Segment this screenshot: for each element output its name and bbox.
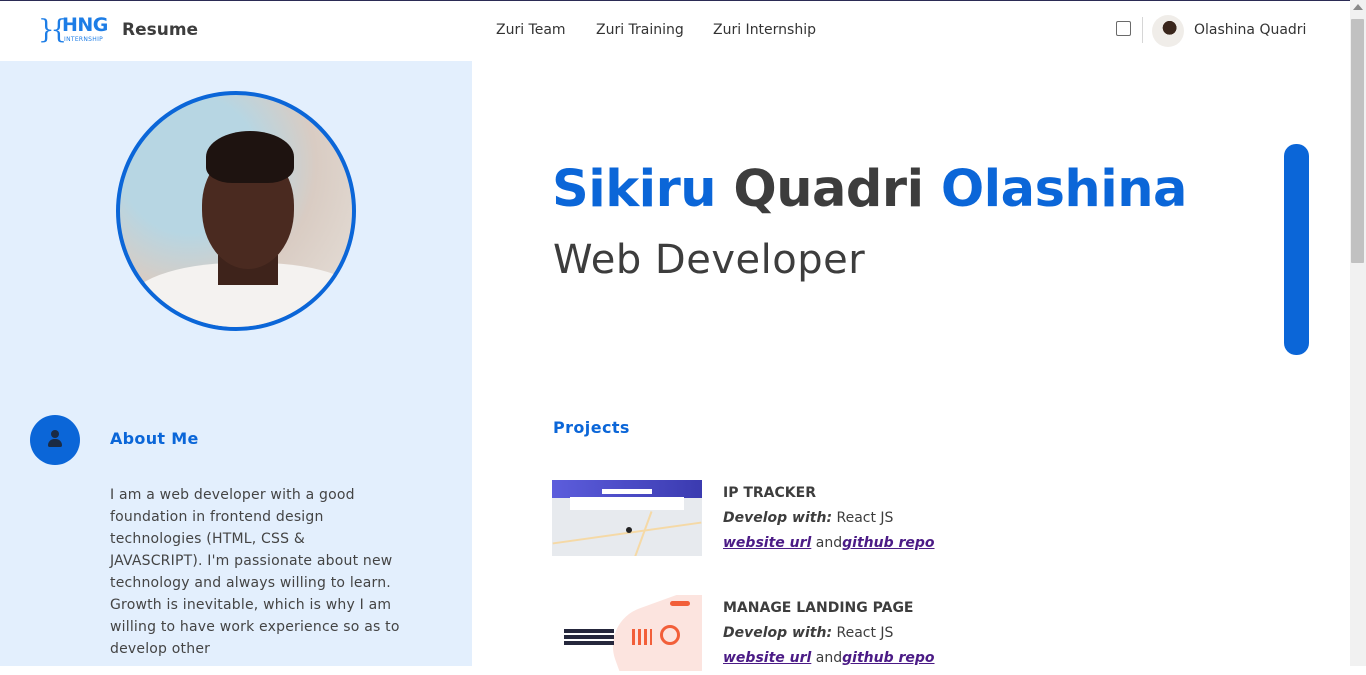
develop-with-label: Develop with: — [723, 510, 833, 526]
develop-with-label: Develop with: — [723, 625, 833, 641]
github-repo-link[interactable]: github repo — [842, 650, 934, 666]
thumb-info-card — [570, 497, 684, 510]
user-icon-body — [48, 439, 62, 447]
hng-logo-icon: }{ — [38, 15, 67, 45]
thumb-cta — [670, 601, 690, 606]
middle-name: Quadri — [733, 160, 924, 219]
project-links: website url andgithub repo — [723, 650, 935, 666]
thumb-headline — [564, 629, 614, 633]
first-name: Sikiru — [552, 160, 717, 219]
project-title: MANAGE LANDING PAGE — [723, 600, 914, 616]
photo-hair — [206, 131, 294, 183]
and-text: and — [815, 650, 843, 666]
full-name-heading: Sikiru Quadri Olashina — [552, 160, 1187, 219]
profile-photo — [116, 91, 356, 331]
about-me-heading: About Me — [110, 429, 199, 448]
project-thumbnail[interactable] — [552, 595, 702, 671]
theme-toggle-checkbox[interactable] — [1116, 21, 1131, 36]
website-url-link[interactable]: website url — [723, 650, 811, 666]
project-title: IP TRACKER — [723, 485, 816, 501]
project-card: MANAGE LANDING PAGE Develop with: React … — [552, 595, 972, 675]
tech-stack: React JS — [836, 625, 894, 641]
top-navbar: }{ HNG INTERNSHIP Resume Zuri Team Zuri … — [0, 1, 1350, 61]
scrollbar-thumb[interactable] — [1351, 19, 1364, 263]
thumb-ring — [660, 625, 680, 645]
scroll-up-arrow-icon[interactable] — [1353, 4, 1363, 10]
project-tech: Develop with: React JS — [723, 510, 893, 526]
map-pin-icon — [626, 527, 632, 533]
header-divider — [1142, 17, 1143, 43]
github-repo-link[interactable]: github repo — [842, 535, 934, 551]
nav-zuri-training[interactable]: Zuri Training — [596, 22, 684, 38]
user-icon-head — [51, 430, 59, 438]
thumb-map-road — [552, 521, 702, 545]
project-tech: Develop with: React JS — [723, 625, 893, 641]
accent-bar — [1284, 144, 1309, 355]
and-text: and — [815, 535, 843, 551]
project-card: IP TRACKER Develop with: React JS websit… — [552, 480, 972, 560]
thumb-search — [602, 489, 652, 494]
logo-subtext: INTERNSHIP — [64, 36, 104, 43]
user-name[interactable]: Olashina Quadri — [1194, 22, 1306, 38]
job-title: Web Developer — [553, 237, 866, 283]
user-icon — [30, 415, 80, 465]
nav-zuri-internship[interactable]: Zuri Internship — [713, 22, 816, 38]
about-me-text: I am a web developer with a good foundat… — [110, 487, 400, 657]
last-name: Olashina — [940, 160, 1188, 219]
thumb-chart — [632, 629, 652, 645]
website-url-link[interactable]: website url — [723, 535, 811, 551]
projects-heading: Projects — [553, 418, 630, 437]
user-avatar[interactable] — [1152, 15, 1184, 47]
project-thumbnail[interactable] — [552, 480, 702, 556]
brand-title[interactable]: Resume — [122, 20, 198, 40]
logo-text: HNG — [62, 14, 108, 36]
thumb-map-road — [633, 511, 653, 556]
tech-stack: React JS — [836, 510, 894, 526]
nav-zuri-team[interactable]: Zuri Team — [496, 22, 566, 38]
project-links: website url andgithub repo — [723, 535, 935, 551]
hng-logo[interactable]: }{ HNG INTERNSHIP — [38, 15, 112, 47]
